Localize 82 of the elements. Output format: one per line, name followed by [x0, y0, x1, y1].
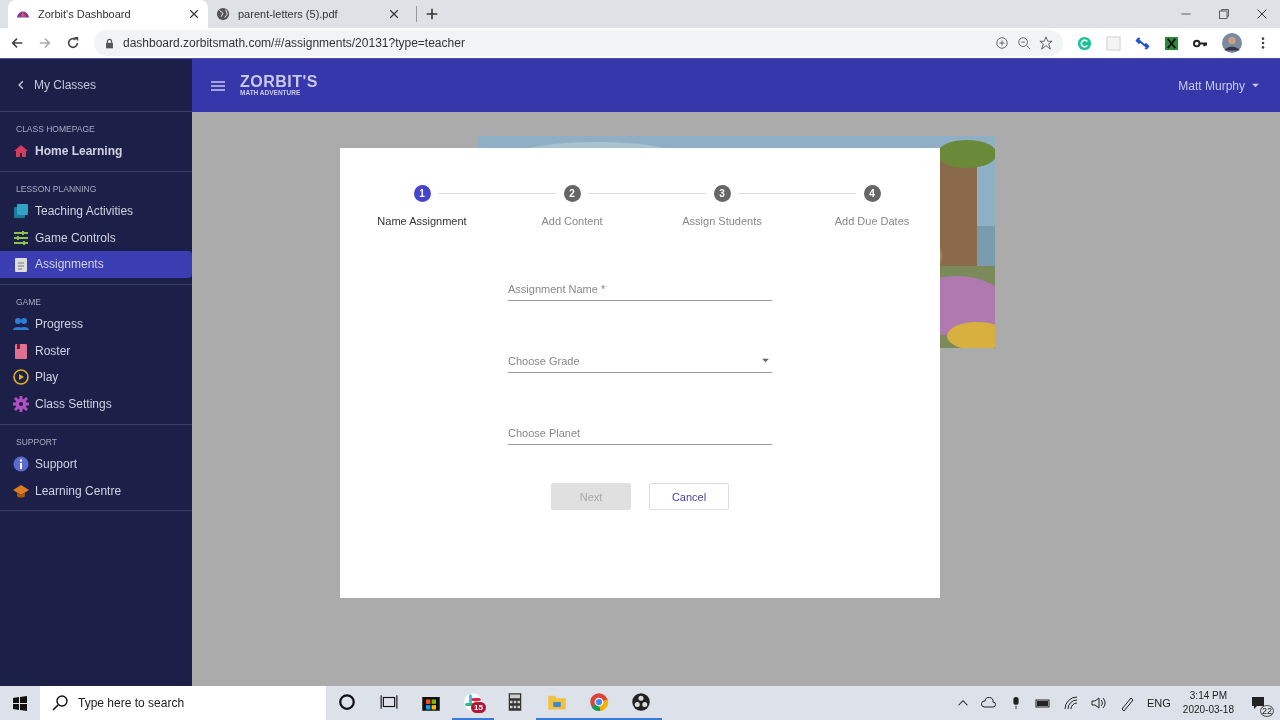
step-label: Add Content [541, 215, 603, 227]
sidebar-item[interactable]: Learning Centre [0, 477, 192, 504]
house-icon [13, 143, 29, 160]
close-icon [188, 8, 200, 20]
gear-icon [13, 396, 29, 413]
sidebar-item[interactable]: Home Learning [0, 138, 192, 165]
star-icon [1039, 36, 1053, 50]
pen-icon [1119, 695, 1135, 711]
zoom-in-icon [995, 36, 1009, 50]
close-icon [388, 8, 400, 20]
extension-icon [1077, 35, 1092, 51]
people-icon [13, 316, 29, 333]
taskbar-app[interactable]: 15 [452, 686, 494, 720]
step-number: 2 [563, 185, 581, 202]
wifi-icon [1063, 695, 1079, 711]
step-number: 4 [863, 185, 881, 202]
back-arrow-icon [10, 36, 24, 50]
obs-icon [631, 692, 651, 712]
cortana-icon [338, 693, 356, 711]
step-label: Assign Students [682, 215, 762, 227]
tab-title: Zorbit's Dashboard [38, 8, 132, 20]
sidebar-item[interactable]: Game Controls [0, 224, 192, 252]
restore-icon [1218, 8, 1230, 20]
section-heading: SUPPORT [15, 435, 58, 449]
document-icon [13, 203, 29, 220]
url-text: dashboard.zorbitsmath.com/#/assignments/20131?type=teacher [123, 36, 466, 50]
language-indicator[interactable]: ENG [1147, 697, 1171, 709]
select-field[interactable]: Choose Grade [508, 349, 772, 373]
date-text: 2020-03-18 [1182, 703, 1234, 717]
avatar-icon [1222, 33, 1242, 53]
sidebar-item[interactable]: Roster [0, 337, 192, 365]
count-badge: 15 [471, 702, 486, 713]
search-icon [52, 695, 68, 711]
graduation-cap-icon [13, 482, 29, 499]
count-badge: 22 [1260, 705, 1274, 717]
info-icon [13, 455, 29, 472]
address-bar[interactable]: dashboard.zorbitsmath.com/#/assignments/20131?type=teacher [94, 30, 1063, 56]
extension-icon [1106, 35, 1121, 51]
task-view-icon [380, 693, 398, 711]
caret-icon [761, 356, 770, 365]
chrome-icon [589, 692, 609, 712]
lock-icon [104, 37, 115, 49]
cloud-icon [981, 695, 997, 711]
play-icon [13, 369, 29, 386]
search-field[interactable]: Type here to search [40, 686, 326, 720]
clock[interactable]: 3:14 PM 2020-03-18 [1182, 689, 1234, 717]
step-label: Name Assignment [377, 215, 467, 227]
step-label: Add Due Dates [834, 215, 910, 227]
sidebar-item[interactable]: Play [0, 364, 192, 391]
section-heading: GAME [15, 295, 43, 309]
step-number: 3 [713, 185, 731, 202]
close-icon [1256, 8, 1268, 20]
input-field[interactable]: Choose Planet [508, 421, 772, 445]
cancel-button[interactable]: Cancel [649, 483, 729, 510]
zoom-out-icon [1017, 36, 1031, 50]
book-icon [13, 342, 29, 359]
sidebar-item[interactable]: Teaching Activities [0, 197, 192, 225]
sidebar-item[interactable]: Progress [0, 310, 192, 338]
forward-arrow-icon [38, 36, 52, 50]
new-tab-icon [425, 7, 439, 21]
section-heading: LESSON PLANNING [15, 182, 98, 196]
chevron-left-icon [16, 80, 26, 90]
speaker-icon [1091, 695, 1107, 711]
brand-title: ZORBIT'S [240, 74, 319, 91]
extension-icon [1135, 35, 1150, 51]
sliders-icon [13, 229, 29, 246]
windows-icon [12, 695, 28, 711]
section-heading: CLASS HOMEPAGE [15, 123, 96, 136]
time-text: 3:14 PM [1189, 689, 1228, 703]
tab-title: parent-letters (5).pdf [238, 8, 339, 20]
sidebar-item[interactable]: Assignments [0, 251, 192, 278]
extension-icon [1164, 35, 1179, 51]
caret-icon [1251, 81, 1260, 90]
browser-tab[interactable]: Zorbit's Dashboard [8, 0, 208, 28]
input-field[interactable]: Assignment Name * [508, 277, 772, 301]
user-menu[interactable]: Matt Murphy [1178, 78, 1260, 93]
browser-tab[interactable]: parent-letters (5).pdf [208, 0, 408, 28]
sidebar-item[interactable]: Support [0, 450, 192, 478]
reload-icon [66, 36, 80, 50]
step-number: 1 [413, 185, 431, 202]
sidebar-item[interactable]: Class Settings [0, 390, 192, 418]
clipboard-icon [13, 256, 29, 273]
